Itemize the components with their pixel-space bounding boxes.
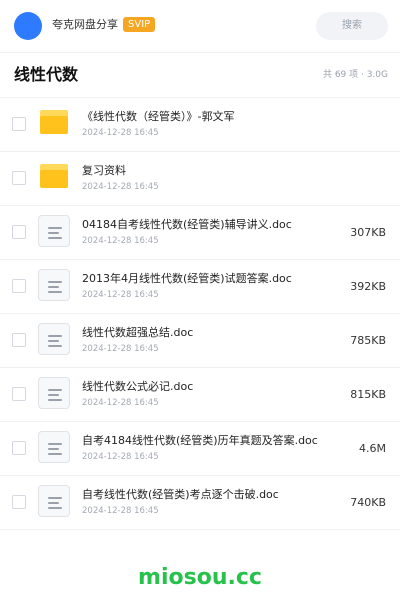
file-list: 《线性代数（经管类）》-郭文军 2024-12-28 16:45 复习资料 2024-…: [0, 98, 400, 530]
file-size: 785KB: [350, 334, 386, 347]
page-title: 线性代数: [14, 65, 79, 84]
select-checkbox[interactable]: [12, 333, 26, 347]
share-page: 夸克网盘分享 SVIP 搜索 线性代数 共 69 项 · 3.0G 《线性代数（…: [0, 0, 400, 600]
document-icon: [38, 215, 70, 247]
file-row[interactable]: 自考线性代数(经管类)考点逐个击破.doc 2024-12-28 16:45 740…: [0, 476, 400, 530]
folder-icon: [40, 110, 68, 134]
file-name[interactable]: 线性代数公式必记.doc: [82, 380, 193, 394]
file-name[interactable]: 自考线性代数(经管类)考点逐个击破.doc: [82, 488, 279, 502]
file-row[interactable]: 04184自考线性代数(经管类)辅导讲义.doc 2024-12-28 16:45…: [0, 206, 400, 260]
select-checkbox[interactable]: [12, 117, 26, 131]
file-name[interactable]: 04184自考线性代数(经管类)辅导讲义.doc: [82, 218, 292, 232]
document-icon: [38, 431, 70, 463]
header: 夸克网盘分享 SVIP 搜索: [0, 0, 400, 53]
select-checkbox[interactable]: [12, 495, 26, 509]
file-date: 2024-12-28 16:45: [82, 452, 159, 462]
document-icon: [38, 269, 70, 301]
document-icon: [38, 485, 70, 517]
select-checkbox[interactable]: [12, 279, 26, 293]
select-checkbox[interactable]: [12, 441, 26, 455]
file-row[interactable]: 自考4184线性代数(经管类)历年真题及答案.doc 2024-12-28 16:…: [0, 422, 400, 476]
watermark: miosou.cc: [138, 565, 262, 590]
brand-logo[interactable]: [14, 12, 42, 40]
document-icon: [38, 377, 70, 409]
file-date: 2024-12-28 16:45: [82, 128, 159, 138]
document-icon: [38, 323, 70, 355]
file-size: 392KB: [350, 280, 386, 293]
brand-name: 夸克网盘分享: [52, 18, 118, 31]
select-checkbox[interactable]: [12, 387, 26, 401]
file-row[interactable]: 《线性代数（经管类）》-郭文军 2024-12-28 16:45: [0, 98, 400, 152]
file-name[interactable]: 自考4184线性代数(经管类)历年真题及答案.doc: [82, 434, 318, 448]
file-row[interactable]: 线性代数超强总结.doc 2024-12-28 16:45 785KB: [0, 314, 400, 368]
file-date: 2024-12-28 16:45: [82, 398, 159, 408]
file-row[interactable]: 线性代数公式必记.doc 2024-12-28 16:45 815KB: [0, 368, 400, 422]
file-date: 2024-12-28 16:45: [82, 182, 159, 192]
svip-badge: SVIP: [123, 17, 156, 32]
file-name[interactable]: 线性代数超强总结.doc: [82, 326, 193, 340]
file-name[interactable]: 2013年4月线性代数(经管类)试题答案.doc: [82, 272, 292, 286]
file-size: 740KB: [350, 496, 386, 509]
folder-title-row: 线性代数 共 69 项 · 3.0G: [0, 53, 400, 98]
search-input[interactable]: 搜索: [316, 12, 388, 40]
select-checkbox[interactable]: [12, 225, 26, 239]
file-size: 307KB: [350, 226, 386, 239]
file-name[interactable]: 《线性代数（经管类）》-郭文军: [82, 110, 234, 124]
file-name[interactable]: 复习资料: [82, 164, 126, 178]
file-size: 4.6M: [359, 442, 386, 455]
file-date: 2024-12-28 16:45: [82, 344, 159, 354]
folder-icon: [40, 164, 68, 188]
file-date: 2024-12-28 16:45: [82, 290, 159, 300]
file-date: 2024-12-28 16:45: [82, 506, 159, 516]
select-checkbox[interactable]: [12, 171, 26, 185]
folder-summary: 共 69 项 · 3.0G: [322, 70, 388, 80]
file-row[interactable]: 2013年4月线性代数(经管类)试题答案.doc 2024-12-28 16:45…: [0, 260, 400, 314]
file-row[interactable]: 复习资料 2024-12-28 16:45: [0, 152, 400, 206]
file-size: 815KB: [350, 388, 386, 401]
file-date: 2024-12-28 16:45: [82, 236, 159, 246]
